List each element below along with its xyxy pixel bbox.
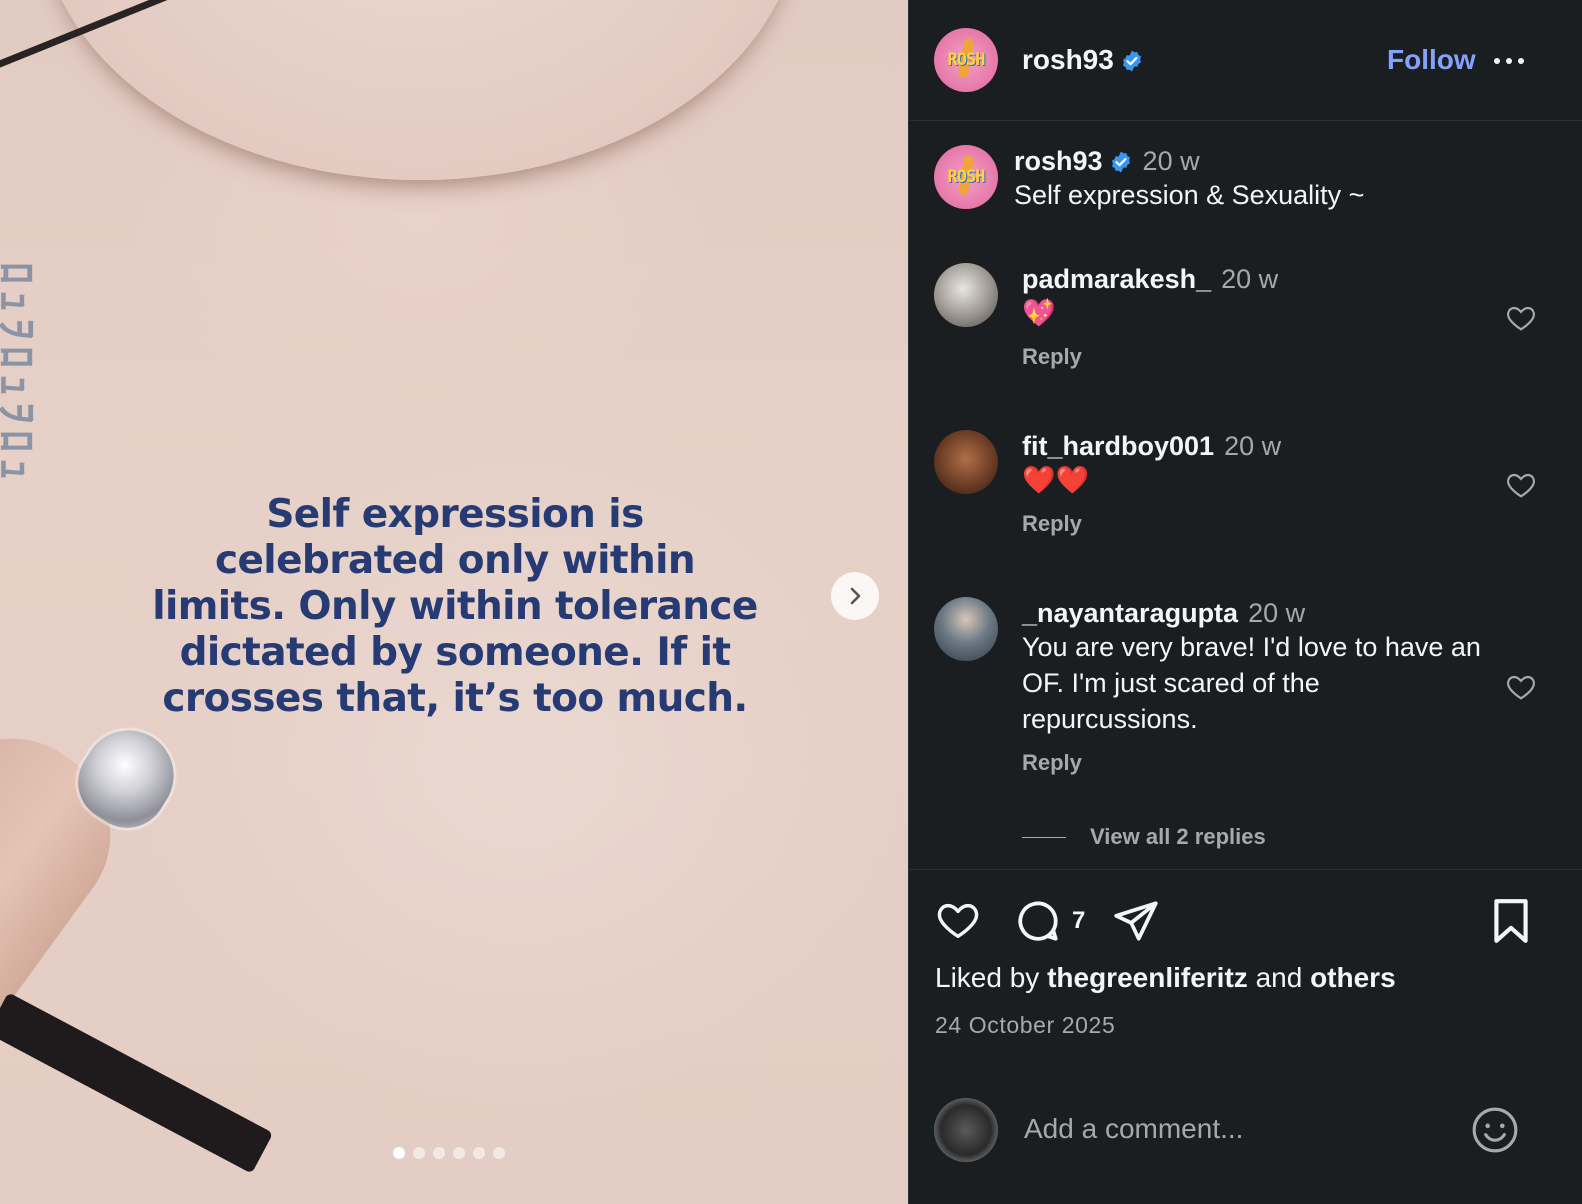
- comment-meta: padmarakesh_ 20 w: [1022, 264, 1492, 295]
- carousel-dot[interactable]: [413, 1147, 425, 1159]
- comment-bubble-icon[interactable]: [1013, 896, 1063, 946]
- carousel-dots: [393, 1147, 505, 1159]
- comment-text: 💖: [1022, 298, 1056, 328]
- verified-badge-icon: [1111, 151, 1130, 173]
- comment-avatar[interactable]: [934, 597, 998, 661]
- carousel-dot[interactable]: [493, 1147, 505, 1159]
- caption-time[interactable]: 20 w: [1143, 146, 1200, 176]
- post-side-panel: ROSH rosh93 Follow ROSH rosh93 20 w Self …: [908, 0, 1582, 1204]
- verified-badge-icon: [1122, 50, 1141, 72]
- carousel-dot[interactable]: [473, 1147, 485, 1159]
- comment-username[interactable]: _nayantaragupta: [1022, 598, 1238, 628]
- comment-item: fit_hardboy001 20 w ❤️❤️ Reply: [1022, 431, 1492, 537]
- photo-body-curve: [40, 0, 800, 180]
- caption-username[interactable]: rosh93: [1014, 146, 1103, 176]
- comment-time[interactable]: 20 w: [1221, 264, 1278, 294]
- comment-username[interactable]: padmarakesh_: [1022, 264, 1211, 294]
- carousel-dot[interactable]: [453, 1147, 465, 1159]
- view-replies-button[interactable]: View all 2 replies: [1022, 824, 1266, 850]
- caption-text: Self expression & Sexuality ~: [1014, 180, 1365, 210]
- liked-and: and: [1255, 962, 1303, 993]
- comment-avatar[interactable]: [934, 430, 998, 494]
- emoji-icon[interactable]: [1470, 1105, 1520, 1155]
- avatar-logo: ROSH: [947, 50, 986, 70]
- more-horizontal-icon: [1506, 58, 1512, 64]
- save-bookmark-icon[interactable]: [1489, 896, 1533, 946]
- post-quote-text: Self expression is celebrated only withi…: [152, 492, 758, 721]
- carousel-dot[interactable]: [393, 1147, 405, 1159]
- caption: rosh93 20 w Self expression & Sexuality ~: [1014, 146, 1364, 213]
- like-comment-heart-icon[interactable]: [1504, 469, 1538, 501]
- liked-user[interactable]: thegreenliferitz: [1047, 962, 1248, 993]
- post-header: ROSH rosh93 Follow: [909, 0, 1582, 121]
- like-comment-heart-icon[interactable]: [1504, 671, 1538, 703]
- comment-meta: fit_hardboy001 20 w: [1022, 431, 1492, 462]
- chevron-right-icon: [850, 587, 861, 605]
- header-username-row: rosh93: [1022, 44, 1144, 76]
- share-send-icon[interactable]: [1111, 896, 1161, 946]
- avatar[interactable]: ROSH: [934, 28, 998, 92]
- header-username[interactable]: rosh93: [1022, 44, 1114, 75]
- comment-count: 7: [1072, 907, 1086, 934]
- post-media[interactable]: ﾛｭｦﾛｭｦﾛｭ Self expression is celebrated o…: [0, 0, 908, 1204]
- reply-button[interactable]: Reply: [1022, 750, 1492, 776]
- comment-time[interactable]: 20 w: [1248, 598, 1305, 628]
- comment-time[interactable]: 20 w: [1224, 431, 1281, 461]
- liked-prefix: Liked by: [935, 962, 1040, 993]
- panel-divider: [909, 869, 1582, 870]
- comment-username[interactable]: fit_hardboy001: [1022, 431, 1214, 461]
- comment-text: ❤️❤️: [1022, 465, 1090, 495]
- more-horizontal-icon: [1494, 58, 1500, 64]
- like-comment-heart-icon[interactable]: [1504, 302, 1538, 334]
- caption-avatar[interactable]: ROSH: [934, 145, 998, 209]
- more-horizontal-icon: [1518, 58, 1524, 64]
- current-user-avatar: [934, 1098, 998, 1162]
- comment-meta: _nayantaragupta 20 w: [1022, 598, 1492, 629]
- reply-button[interactable]: Reply: [1022, 344, 1492, 370]
- comment-item: padmarakesh_ 20 w 💖 Reply: [1022, 264, 1492, 370]
- next-slide-button[interactable]: [831, 572, 879, 620]
- post-date[interactable]: 24 October 2025: [935, 1012, 1115, 1039]
- caption-meta: rosh93 20 w: [1014, 146, 1364, 177]
- comment-text: You are very brave! I'd love to have an …: [1022, 632, 1481, 734]
- avatar-logo: ROSH: [947, 167, 986, 187]
- photo-tattoo: ﾛｭｦﾛｭｦﾛｭ: [0, 262, 42, 486]
- view-replies-label[interactable]: View all 2 replies: [1090, 824, 1266, 850]
- like-heart-icon[interactable]: [933, 897, 983, 943]
- liked-by-line: Liked by thegreenliferitz and others: [935, 962, 1396, 994]
- add-comment-input[interactable]: Add a comment...: [1024, 1113, 1243, 1145]
- follow-button[interactable]: Follow: [1387, 44, 1476, 76]
- photo-strap-bottom: [0, 992, 274, 1174]
- more-options-button[interactable]: [1494, 46, 1534, 76]
- carousel-dot[interactable]: [433, 1147, 445, 1159]
- liked-others[interactable]: others: [1310, 962, 1396, 993]
- comment-avatar[interactable]: [934, 263, 998, 327]
- comment-item: _nayantaragupta 20 w You are very brave! …: [1022, 598, 1492, 776]
- reply-button[interactable]: Reply: [1022, 511, 1492, 537]
- view-replies-line: [1022, 836, 1066, 838]
